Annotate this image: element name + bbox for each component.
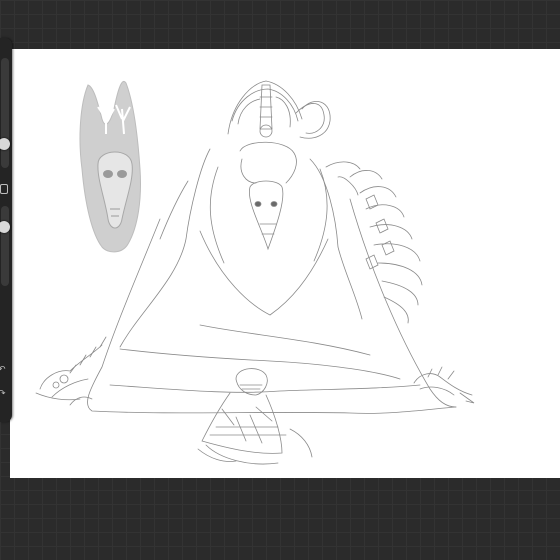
sketch-layer [35,80,475,465]
opacity-thumb[interactable] [0,221,10,233]
drawing-canvas[interactable] [10,49,560,478]
undo-button[interactable]: ↶ [0,364,6,374]
opacity-slider[interactable] [0,206,10,286]
brush-sidebar: ↶ ↷ [0,38,12,422]
undo-arrow-icon: ↶ [0,364,6,374]
reference-skull-sketch [79,81,141,253]
brush-size-thumb[interactable] [0,138,10,150]
redo-button[interactable]: ↷ [0,388,6,398]
brush-size-slider[interactable] [0,58,10,168]
modify-button[interactable] [0,184,8,194]
redo-arrow-icon: ↷ [0,388,6,398]
